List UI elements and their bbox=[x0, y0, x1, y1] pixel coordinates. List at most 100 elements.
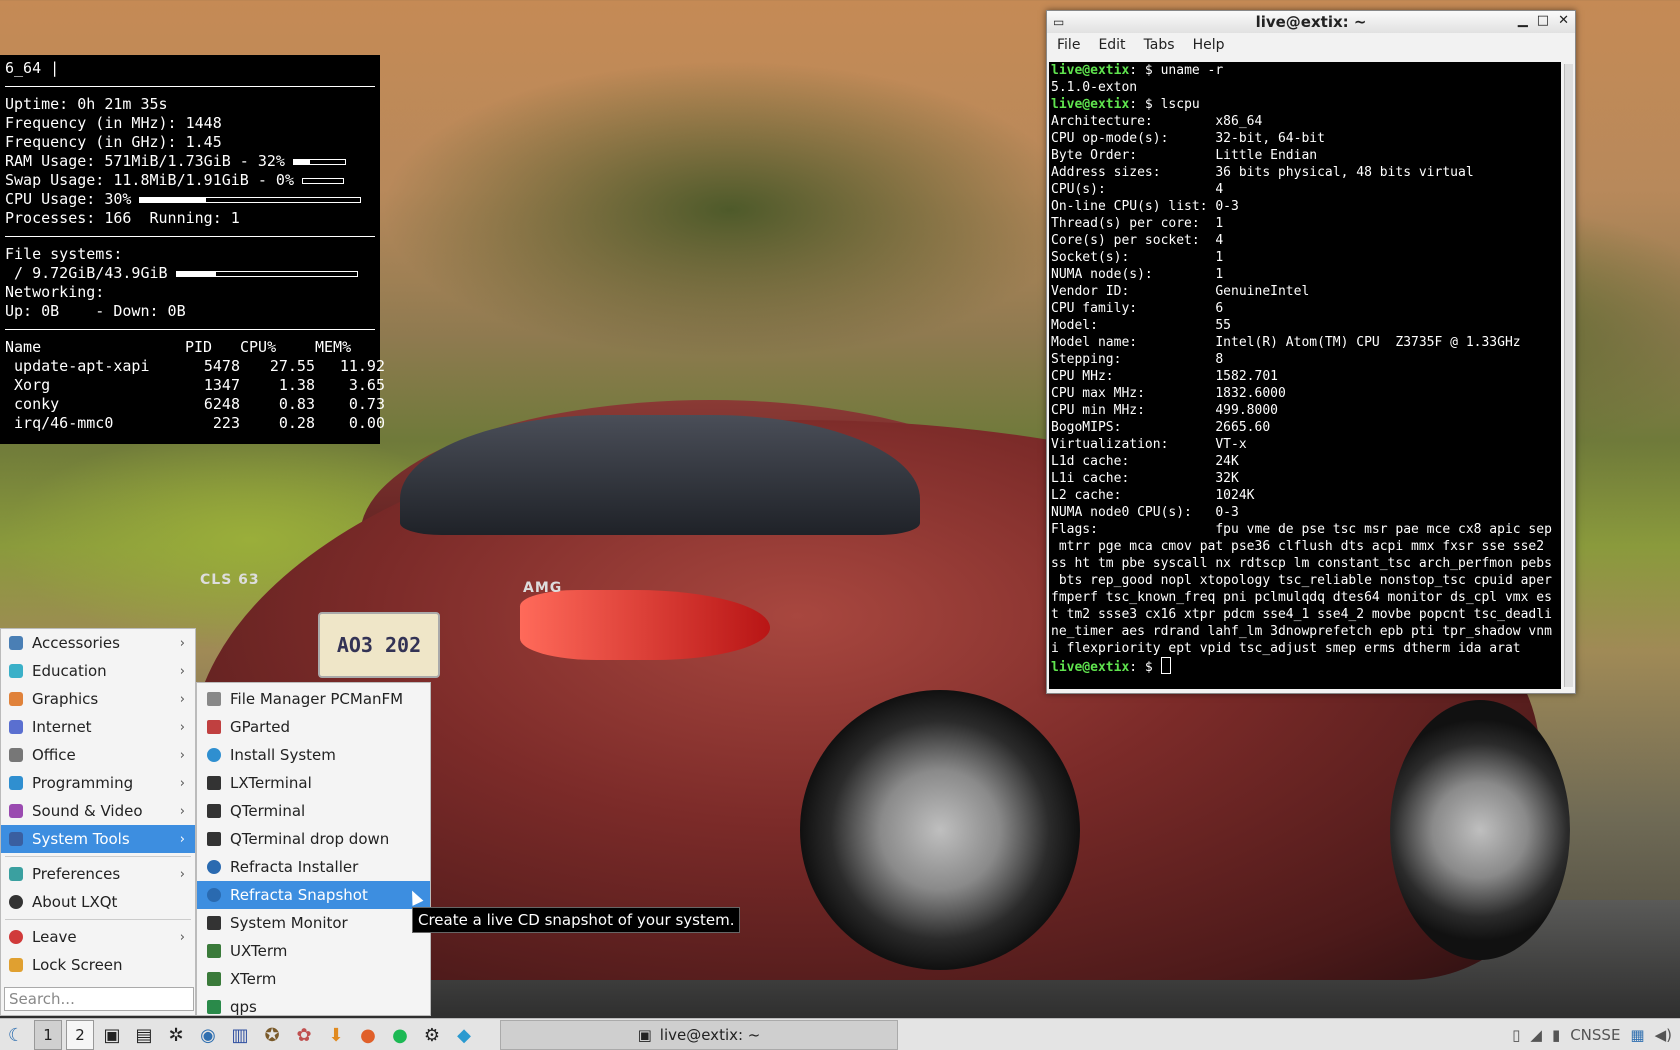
submenu-item-uxterm[interactable]: UXTerm bbox=[197, 937, 430, 965]
maximize-icon[interactable]: □ bbox=[1537, 13, 1549, 28]
minimize-icon[interactable]: ▁ bbox=[1518, 13, 1528, 28]
table-header: Name bbox=[5, 338, 42, 356]
info-icon bbox=[9, 895, 23, 909]
kodi-launcher-icon[interactable]: ◆ bbox=[450, 1021, 478, 1049]
chevron-right-icon: › bbox=[179, 831, 185, 847]
submenu-item-install-system[interactable]: Install System bbox=[197, 741, 430, 769]
battery-icon[interactable]: ▮ bbox=[1552, 1026, 1560, 1044]
submenu-item-label: LXTerminal bbox=[230, 774, 312, 792]
terminal-line: fmperf tsc_known_freq pni pclmulqdq dtes… bbox=[1051, 590, 1552, 605]
close-icon[interactable]: ✕ bbox=[1558, 13, 1569, 28]
submenu-item-refracta-snapshot[interactable]: Refracta Snapshot bbox=[197, 881, 430, 909]
terminal-line: live@extix: $ uname -r bbox=[1051, 62, 1561, 79]
wifi-icon[interactable]: ◢ bbox=[1530, 1026, 1542, 1044]
table-header: PID bbox=[185, 338, 213, 356]
cpu-usage-bar bbox=[139, 196, 362, 203]
table-cell: 5478 bbox=[203, 357, 240, 375]
submenu-item-system-monitor[interactable]: System Monitor bbox=[197, 909, 430, 937]
refracta-icon bbox=[207, 860, 221, 874]
lock-icon bbox=[9, 958, 23, 972]
menu-item-internet[interactable]: Internet › bbox=[1, 713, 195, 741]
firefox-launcher-icon[interactable]: ● bbox=[354, 1021, 382, 1049]
menu-edit[interactable]: Edit bbox=[1098, 37, 1125, 53]
download-launcher-icon[interactable]: ⬇ bbox=[322, 1021, 350, 1049]
programming-icon bbox=[9, 776, 23, 790]
search-input[interactable]: Search... bbox=[4, 987, 194, 1011]
settings-launcher-icon[interactable]: ✲ bbox=[162, 1021, 190, 1049]
terminal-line: Address sizes: 36 bits physical, 48 bits… bbox=[1051, 165, 1474, 180]
menu-item-label: Education bbox=[32, 662, 107, 680]
package-launcher-icon[interactable]: ✿ bbox=[290, 1021, 318, 1049]
window-titlebar[interactable]: ▭ live@extix: ~ ▁ □ ✕ bbox=[1047, 11, 1575, 33]
system-tools-submenu: File Manager PCManFM GParted Install Sys… bbox=[196, 682, 431, 1016]
submenu-item-file-manager[interactable]: File Manager PCManFM bbox=[197, 685, 430, 713]
terminal-line: On-line CPU(s) list: 0-3 bbox=[1051, 199, 1239, 214]
conky-monitor: 6_64 | Uptime: 0h 21m 35s Frequency (in … bbox=[0, 55, 385, 444]
submenu-item-refracta-installer[interactable]: Refracta Installer bbox=[197, 853, 430, 881]
table-header: MEM% bbox=[315, 338, 352, 356]
tools-launcher-icon[interactable]: ⚙ bbox=[418, 1021, 446, 1049]
gparted-icon bbox=[207, 720, 221, 734]
refracta-icon bbox=[207, 888, 221, 902]
terminal-line: L1d cache: 24K bbox=[1051, 454, 1239, 469]
submenu-item-label: Refracta Installer bbox=[230, 858, 359, 876]
main-menu-icon[interactable]: ☾ bbox=[2, 1021, 30, 1049]
terminal-line: Core(s) per socket: 4 bbox=[1051, 233, 1224, 248]
document-launcher-icon[interactable]: ▥ bbox=[226, 1021, 254, 1049]
menu-item-programming[interactable]: Programming › bbox=[1, 769, 195, 797]
submenu-item-xterm[interactable]: XTerm bbox=[197, 965, 430, 993]
table-cell: irq/46-mmc0 bbox=[5, 414, 114, 432]
terminal-line: Architecture: x86_64 bbox=[1051, 114, 1263, 129]
keyboard-layout[interactable]: CNSSE bbox=[1570, 1026, 1620, 1044]
menu-item-accessories[interactable]: Accessories › bbox=[1, 629, 195, 657]
desktop-switch-2[interactable]: 2 bbox=[66, 1020, 94, 1050]
terminal-line: Model name: Intel(R) Atom(TM) CPU Z3735F… bbox=[1051, 335, 1521, 350]
menu-item-label: Internet bbox=[32, 718, 92, 736]
submenu-item-qterminal[interactable]: QTerminal bbox=[197, 797, 430, 825]
conky-cpu: CPU Usage: 30% bbox=[5, 190, 132, 208]
menu-item-office[interactable]: Office › bbox=[1, 741, 195, 769]
terminal-output[interactable]: live@extix: $ uname -r 5.1.0-exton live@ex… bbox=[1049, 62, 1561, 689]
terminal-launcher-icon[interactable]: ▣ bbox=[98, 1021, 126, 1049]
conky-ram: RAM Usage: 571MiB/1.73GiB - 32% bbox=[5, 152, 285, 170]
menu-item-leave[interactable]: Leave › bbox=[1, 923, 195, 951]
menu-help[interactable]: Help bbox=[1193, 37, 1225, 53]
chevron-right-icon: › bbox=[179, 747, 185, 763]
taskbar-window-terminal[interactable]: ▣ live@extix: ~ bbox=[500, 1020, 898, 1050]
submenu-item-qps[interactable]: qps bbox=[197, 993, 430, 1021]
menu-item-preferences[interactable]: Preferences › bbox=[1, 860, 195, 888]
conky-swap-row: Swap Usage: 11.8MiB/1.91GiB - 0% bbox=[5, 171, 380, 190]
terminal-line: Byte Order: Little Endian bbox=[1051, 148, 1318, 163]
window-menu-icon[interactable]: ▭ bbox=[1053, 15, 1064, 29]
menu-item-education[interactable]: Education › bbox=[1, 657, 195, 685]
menu-item-about-lxqt[interactable]: About LXQt bbox=[1, 888, 195, 916]
terminal-line: Socket(s): 1 bbox=[1051, 250, 1224, 265]
submenu-item-lxterminal[interactable]: LXTerminal bbox=[197, 769, 430, 797]
submenu-item-gparted[interactable]: GParted bbox=[197, 713, 430, 741]
terminal-window[interactable]: ▭ live@extix: ~ ▁ □ ✕ File Edit Tabs Hel… bbox=[1046, 10, 1576, 694]
gimp-launcher-icon[interactable]: ✪ bbox=[258, 1021, 286, 1049]
table-cell: 223 bbox=[212, 414, 240, 432]
file-manager-launcher-icon[interactable]: ▤ bbox=[130, 1021, 158, 1049]
clipboard-icon[interactable]: ▯ bbox=[1512, 1026, 1520, 1044]
desktop-switch-1[interactable]: 1 bbox=[34, 1020, 62, 1050]
menu-tabs[interactable]: Tabs bbox=[1144, 37, 1175, 53]
chevron-right-icon: › bbox=[179, 775, 185, 791]
network-icon[interactable]: ▦ bbox=[1630, 1026, 1644, 1044]
table-cell: conky bbox=[5, 395, 60, 413]
terminal-scrollbar[interactable] bbox=[1564, 64, 1573, 687]
menu-item-system-tools[interactable]: System Tools › bbox=[1, 825, 195, 853]
spotify-launcher-icon[interactable]: ● bbox=[386, 1021, 414, 1049]
menu-item-sound-video[interactable]: Sound & Video › bbox=[1, 797, 195, 825]
volume-icon[interactable]: ◀) bbox=[1655, 1026, 1672, 1044]
terminal-icon bbox=[207, 832, 221, 846]
github-launcher-icon[interactable]: ◉ bbox=[194, 1021, 222, 1049]
terminal-line: L1i cache: 32K bbox=[1051, 471, 1239, 486]
qps-icon bbox=[207, 1000, 221, 1014]
ram-usage-bar bbox=[292, 158, 346, 165]
menu-item-graphics[interactable]: Graphics › bbox=[1, 685, 195, 713]
submenu-item-qterminal-drop-down[interactable]: QTerminal drop down bbox=[197, 825, 430, 853]
menu-file[interactable]: File bbox=[1057, 37, 1080, 53]
terminal-line: mtrr pge mca cmov pat pse36 clflush dts … bbox=[1051, 539, 1545, 554]
menu-item-lock-screen[interactable]: Lock Screen bbox=[1, 951, 195, 979]
